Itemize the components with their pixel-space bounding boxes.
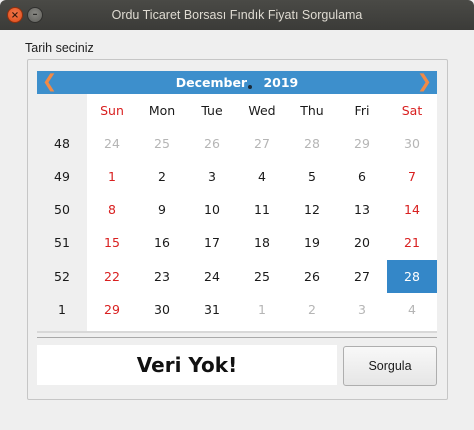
day-cell[interactable]: 22 <box>87 260 137 293</box>
day-cell[interactable]: 6 <box>337 160 387 193</box>
horizontal-separator <box>37 337 437 338</box>
day-cell[interactable]: 27 <box>237 127 287 160</box>
day-cell[interactable]: 29 <box>337 127 387 160</box>
year-spinbox[interactable]: 2019 <box>263 75 298 90</box>
day-cell[interactable]: 15 <box>87 226 137 259</box>
day-cell[interactable]: 30 <box>387 127 437 160</box>
day-cell[interactable]: 24 <box>187 260 237 293</box>
month-button[interactable]: December <box>176 75 247 90</box>
day-cell[interactable]: 31 <box>187 293 237 326</box>
focus-dot <box>248 85 252 89</box>
weekday-header: Sat <box>401 103 423 118</box>
week-number: 48 <box>54 136 70 152</box>
weekday-header: Fri <box>354 103 370 118</box>
day-cell[interactable]: 4 <box>387 293 437 326</box>
day-cell[interactable]: 10 <box>187 193 237 226</box>
day-cell[interactable]: 9 <box>137 193 187 226</box>
calendar-bottom-edge <box>37 331 437 333</box>
day-cell[interactable]: 29 <box>87 293 137 326</box>
day-cell[interactable]: 11 <box>237 193 287 226</box>
next-month-icon[interactable]: ❯ <box>416 72 432 92</box>
day-cell[interactable]: 24 <box>87 127 137 160</box>
day-cell[interactable]: 26 <box>287 260 337 293</box>
day-cell[interactable]: 16 <box>137 226 187 259</box>
day-cell[interactable]: 4 <box>237 160 287 193</box>
day-cell[interactable]: 2 <box>137 160 187 193</box>
day-cell[interactable]: 3 <box>187 160 237 193</box>
day-cell[interactable]: 7 <box>387 160 437 193</box>
week-number: 51 <box>54 235 70 251</box>
title-bar: × – Ordu Ticaret Borsası Fındık Fiyatı S… <box>0 0 474 30</box>
result-display: Veri Yok! <box>37 345 337 385</box>
day-cell[interactable]: 8 <box>87 193 137 226</box>
date-prompt-label: Tarih seciniz <box>25 41 94 55</box>
weekday-header: Mon <box>148 103 176 118</box>
weekday-header: Tue <box>201 103 223 118</box>
day-cell[interactable]: 5 <box>287 160 337 193</box>
day-cell[interactable]: 17 <box>187 226 237 259</box>
day-cell[interactable]: 25 <box>137 127 187 160</box>
day-cell[interactable]: 26 <box>187 127 237 160</box>
month-year-display: December 2019 <box>37 71 437 94</box>
day-cell[interactable]: 1 <box>237 293 287 326</box>
day-cell[interactable]: 12 <box>287 193 337 226</box>
calendar-navigation-bar: ❮ December 2019 ❯ <box>37 71 437 94</box>
day-cell[interactable]: 1 <box>87 160 137 193</box>
query-button[interactable]: Sorgula <box>343 346 437 386</box>
day-cell[interactable]: 18 <box>237 226 287 259</box>
day-cell[interactable]: 2 <box>287 293 337 326</box>
day-cell[interactable]: 28 <box>287 127 337 160</box>
selected-day-cell[interactable]: 28 <box>387 259 437 293</box>
day-cell[interactable]: 13 <box>337 193 387 226</box>
day-cell[interactable]: 25 <box>237 260 287 293</box>
day-cell[interactable]: 23 <box>137 260 187 293</box>
day-cell[interactable]: 27 <box>337 260 387 293</box>
day-cell[interactable]: 14 <box>387 193 437 226</box>
day-cell[interactable]: 3 <box>337 293 387 326</box>
weekday-header: Thu <box>300 103 324 118</box>
week-number: 50 <box>54 202 70 218</box>
weekday-header: Sun <box>100 103 124 118</box>
week-number: 1 <box>58 301 66 317</box>
day-cell[interactable]: 19 <box>287 226 337 259</box>
weekday-header: Wed <box>248 103 276 118</box>
day-cell[interactable]: 30 <box>137 293 187 326</box>
day-cell[interactable]: 21 <box>387 226 437 259</box>
day-cell[interactable]: 20 <box>337 226 387 259</box>
week-number: 49 <box>54 169 70 185</box>
week-number: 52 <box>54 268 70 284</box>
window-title: Ordu Ticaret Borsası Fındık Fiyatı Sorgu… <box>111 8 363 22</box>
